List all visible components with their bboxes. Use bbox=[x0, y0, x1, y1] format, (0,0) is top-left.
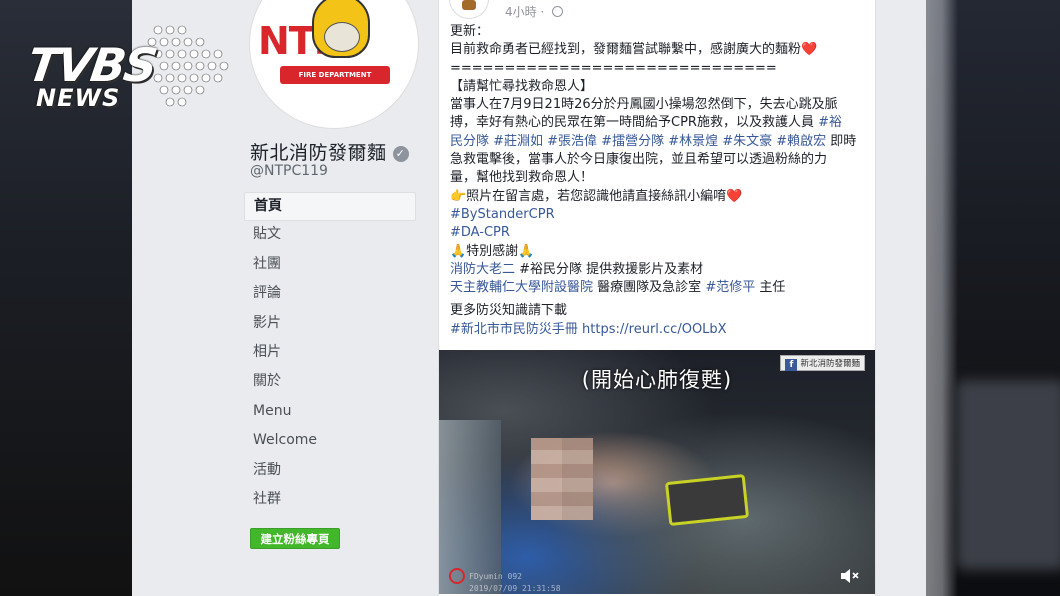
post-text: 搏，幸好有熱心的民眾在第一時間給予CPR施救，以及救護人員 bbox=[450, 115, 814, 131]
watermark-news: NEWS bbox=[36, 84, 121, 112]
post-card: 4小時 · 更新： 目前救命勇者已經找到，發爾麵嘗試聯繫中，感謝廣大的麵粉❤️ … bbox=[438, 0, 876, 596]
page-nav: 首頁 貼文 社團 評論 影片 相片 關於 Menu Welcome 活動 社群 bbox=[244, 192, 416, 515]
post-text: 👉照片在留言處，若您認識他請直接絲訊小編唷 bbox=[450, 188, 727, 204]
privacy-mosaic bbox=[531, 438, 593, 520]
nav-item-videos[interactable]: 影片 bbox=[244, 310, 416, 339]
blurred-right-block bbox=[956, 380, 1060, 570]
nav-item-events[interactable]: 活動 bbox=[244, 457, 416, 486]
facebook-page: NTFD FIRE DEPARTMENT 新北消防發爾麵 ✓ @NTPC119 首… bbox=[132, 0, 926, 596]
globe-icon bbox=[552, 6, 564, 17]
facebook-icon: f bbox=[785, 359, 798, 371]
post-line: 急救電擊後，當事人於今日康復出院，並且希望可以透過粉絲的力 bbox=[450, 152, 828, 168]
nav-item-posts[interactable]: 貼文 bbox=[244, 221, 416, 250]
nav-item-community[interactable]: 社群 bbox=[244, 486, 416, 515]
page-mention-link[interactable]: 消防大老二 bbox=[450, 262, 515, 277]
avatar-ribbon: FIRE DEPARTMENT bbox=[280, 66, 390, 84]
post-line: ============================== bbox=[450, 60, 777, 76]
nav-item-welcome[interactable]: Welcome bbox=[244, 427, 416, 456]
post-body: 更新： 目前救命勇者已經找到，發爾麵嘗試聯繫中，感謝廣大的麵粉❤️ ======… bbox=[450, 23, 874, 339]
post-line: 消防大老二 #裕民分隊 提供救援影片及素材 bbox=[450, 261, 874, 279]
mute-icon[interactable] bbox=[839, 566, 861, 586]
post-line: 【請幫忙尋找救命恩人】 bbox=[450, 78, 594, 94]
page-title[interactable]: 新北消防發爾麵 ✓ bbox=[250, 138, 409, 165]
video-timestamp: FDyumin 092 2019/07/09 21:31:58 bbox=[449, 568, 561, 594]
post-line: 當事人在7月9日21時26分於丹鳳國小操場忽然倒下，失去心跳及脈 bbox=[450, 97, 838, 113]
post-line: 👉照片在留言處，若您認識他請直接絲訊小編唷❤️ bbox=[450, 188, 874, 206]
video-source-badge: f 新北消防發爾麵 bbox=[780, 355, 865, 371]
post-line: 天主教輔仁大學附設醫院 醫療團隊及急診室 #范修平 主任 bbox=[450, 279, 874, 297]
post-line: 搏，幸好有熱心的民眾在第一時間給予CPR施救，以及救護人員 #裕 bbox=[450, 114, 874, 132]
post-author-avatar[interactable] bbox=[449, 0, 489, 19]
page-avatar[interactable]: NTFD FIRE DEPARTMENT bbox=[250, 0, 418, 128]
nav-item-about[interactable]: 關於 bbox=[244, 368, 416, 397]
verified-icon: ✓ bbox=[392, 146, 409, 162]
page-mention-link[interactable]: 天主教輔仁大學附設醫院 bbox=[450, 280, 593, 295]
post-line: 更新： bbox=[450, 24, 490, 39]
post-time-text: 4小時 bbox=[505, 5, 537, 19]
post-video[interactable]: (開始心肺復甦) f 新北消防發爾麵 FDyumin 092 2019/07/09… bbox=[439, 350, 875, 594]
post-text: 即時 bbox=[830, 133, 857, 149]
post-line: 更多防災知識請下載 bbox=[450, 303, 568, 319]
post-line: 目前救命勇者已經找到，發爾麵嘗試聯繫中，感謝廣大的麵粉❤️ bbox=[450, 41, 874, 59]
right-background-margin bbox=[918, 0, 1060, 596]
post-line: 量，幫他找到救命恩人！ bbox=[450, 170, 594, 186]
page-handle: @NTPC119 bbox=[250, 163, 328, 179]
post-line: 🙏特別感謝🙏 bbox=[450, 243, 535, 259]
mascot-icon bbox=[312, 0, 370, 58]
nav-item-groups[interactable]: 社團 bbox=[244, 251, 416, 280]
post-text: 主任 bbox=[759, 280, 786, 296]
aed-device bbox=[664, 473, 750, 527]
nav-item-photos[interactable]: 相片 bbox=[244, 339, 416, 368]
hashtag-link[interactable]: #DA-CPR bbox=[450, 224, 874, 242]
post-text: 目前救命勇者已經找到，發爾麵嘗試聯繫中，感謝廣大的麵粉 bbox=[450, 42, 802, 58]
stamp-line-2: 2019/07/09 21:31:58 bbox=[469, 584, 561, 593]
post-timestamp[interactable]: 4小時 · bbox=[505, 3, 564, 20]
post-text: 醫療團隊及急診室 bbox=[597, 280, 702, 296]
post-text: #裕民分隊 提供救援影片及素材 bbox=[519, 261, 704, 277]
create-page-button[interactable]: 建立粉絲專頁 bbox=[250, 528, 340, 549]
hashtag-link[interactable]: 民分隊 #莊淵如 #張浩偉 #擂營分隊 #林景煌 #朱文豪 #賴啟宏 bbox=[450, 134, 826, 149]
url-link[interactable]: https://reurl.cc/OOLbX bbox=[582, 322, 727, 337]
stamp-line-1: FDyumin 092 bbox=[469, 572, 522, 581]
page-name-text: 新北消防發爾麵 bbox=[250, 142, 387, 164]
nav-item-reviews[interactable]: 評論 bbox=[244, 280, 416, 309]
nav-item-menu[interactable]: Menu bbox=[244, 398, 416, 427]
camera-logo-icon bbox=[449, 568, 465, 584]
video-badge-text: 新北消防發爾麵 bbox=[800, 359, 860, 369]
hashtag-link[interactable]: #裕 bbox=[818, 115, 842, 130]
nav-item-home[interactable]: 首頁 bbox=[244, 192, 416, 222]
hashtag-link[interactable]: #范修平 bbox=[705, 280, 755, 295]
tvbs-news-watermark: TVBS NEWS bbox=[24, 18, 229, 118]
hashtag-link[interactable]: #ByStanderCPR bbox=[450, 206, 874, 224]
post-line: 民分隊 #莊淵如 #張浩偉 #擂營分隊 #林景煌 #朱文豪 #賴啟宏 即時 bbox=[450, 133, 874, 151]
heart-emoji: ❤️ bbox=[726, 188, 743, 204]
post-line: #新北市市民防災手冊 https://reurl.cc/OOLbX bbox=[450, 321, 874, 339]
heart-emoji: ❤️ bbox=[801, 42, 818, 58]
hashtag-link[interactable]: #新北市市民防災手冊 bbox=[450, 322, 578, 337]
